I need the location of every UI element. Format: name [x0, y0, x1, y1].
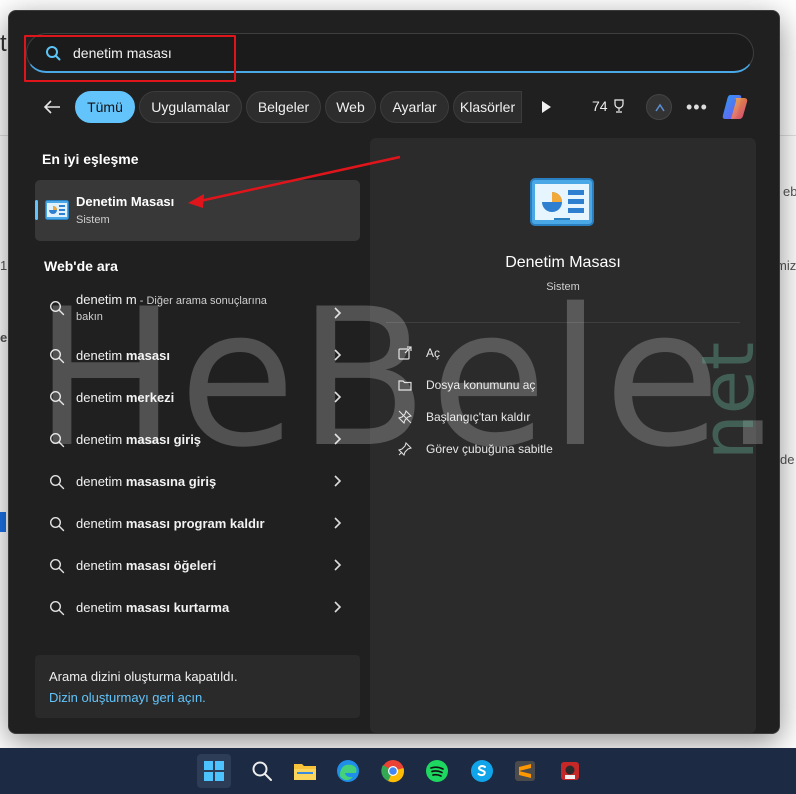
app-icon: [561, 762, 579, 780]
taskbar-app[interactable]: [553, 754, 587, 788]
edge-icon: [337, 760, 359, 782]
skype-icon: [471, 760, 493, 782]
windows-start-icon: [204, 761, 224, 781]
taskbar: [0, 748, 796, 794]
taskbar-edge[interactable]: [331, 754, 365, 788]
sublime-text-icon: [515, 761, 535, 781]
annotation-arrow: [188, 155, 401, 208]
search-icon: [252, 761, 272, 781]
file-explorer-icon: [294, 764, 316, 780]
spotify-icon: [426, 760, 448, 782]
chrome-icon: [381, 760, 404, 783]
taskbar-file-explorer[interactable]: [288, 754, 322, 788]
taskbar-start-button[interactable]: [197, 754, 231, 788]
taskbar-spotify[interactable]: [420, 754, 454, 788]
taskbar-skype[interactable]: [465, 754, 499, 788]
taskbar-sublime[interactable]: [508, 754, 542, 788]
taskbar-chrome[interactable]: [376, 754, 410, 788]
taskbar-search-button[interactable]: [245, 754, 279, 788]
